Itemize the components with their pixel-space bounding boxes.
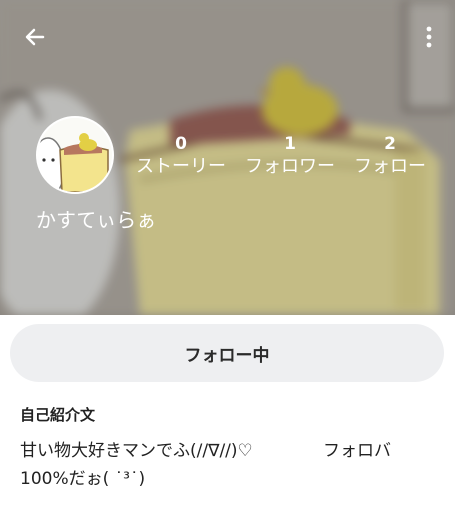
- more-vert-icon: [426, 26, 432, 48]
- stat-following[interactable]: 2 フォロー: [340, 134, 440, 180]
- following-label: フォロー: [354, 156, 426, 177]
- stat-followers[interactable]: 1 フォロワー: [240, 134, 340, 180]
- followers-label: フォロワー: [245, 156, 335, 177]
- bio-text: 甘い物大好きマンでふ(//∇//)♡ フォロバ100%だぉ( ˙³˙): [20, 441, 392, 489]
- more-menu-button[interactable]: [417, 20, 441, 54]
- followers-count: 1: [284, 134, 296, 154]
- stat-stories[interactable]: 0 ストーリー: [131, 134, 231, 180]
- profile-header: 0 ストーリー 1 フォロワー 2 フォロー かすてぃらぁ: [0, 0, 455, 315]
- following-count: 2: [384, 134, 396, 154]
- following-button[interactable]: フォロー中: [10, 324, 444, 382]
- username: かすてぃらぁ: [36, 208, 157, 232]
- stories-count: 0: [175, 134, 187, 154]
- avatar[interactable]: [36, 116, 114, 194]
- avatar-image: [38, 118, 112, 192]
- bio-heading: 自己紹介文: [20, 406, 96, 424]
- arrow-left-icon: [25, 28, 45, 46]
- back-button[interactable]: [18, 20, 52, 54]
- stories-label: ストーリー: [136, 156, 226, 177]
